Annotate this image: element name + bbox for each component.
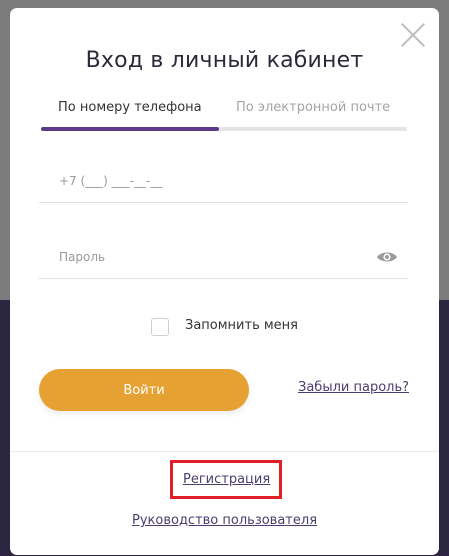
tab-phone[interactable]: По номеру телефона — [58, 100, 202, 115]
password-field-wrapper — [39, 238, 408, 279]
register-link[interactable]: Регистрация — [183, 472, 270, 487]
modal-title: Вход в личный кабинет — [85, 48, 364, 73]
phone-field-wrapper — [39, 162, 408, 203]
login-button[interactable]: Войти — [39, 369, 249, 411]
tab-active-indicator — [41, 127, 219, 131]
tab-email[interactable]: По электронной почте — [236, 100, 390, 115]
phone-input[interactable] — [39, 162, 379, 200]
eye-icon[interactable] — [376, 250, 398, 264]
user-guide-link[interactable]: Руководство пользователя — [10, 513, 439, 528]
divider — [10, 451, 439, 452]
remember-checkbox[interactable] — [151, 318, 169, 336]
login-modal: Вход в личный кабинет По номеру телефона… — [10, 8, 439, 555]
forgot-password-link[interactable]: Забыли пароль? — [298, 380, 409, 395]
close-icon[interactable] — [400, 22, 426, 48]
login-method-tabs: По номеру телефона По электронной почте — [41, 100, 407, 132]
password-input[interactable] — [39, 238, 379, 276]
remember-label: Запомнить меня — [185, 318, 299, 333]
